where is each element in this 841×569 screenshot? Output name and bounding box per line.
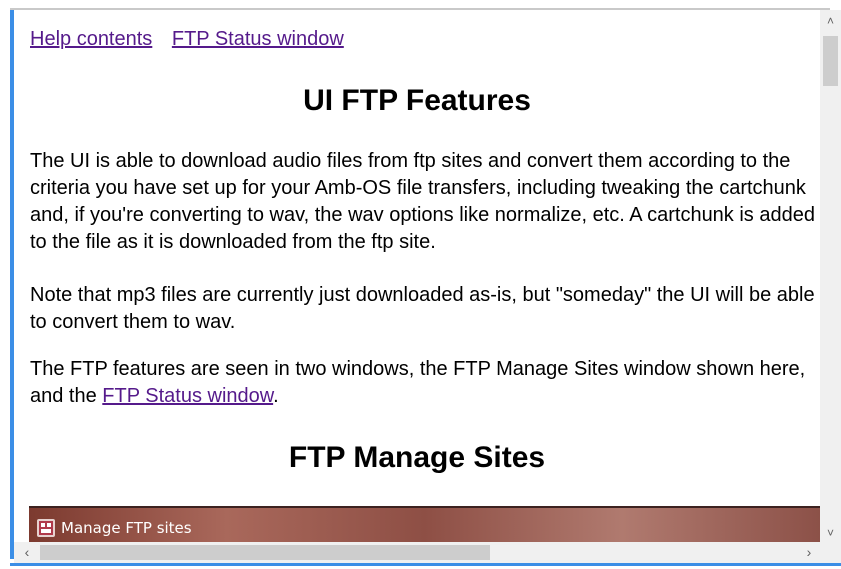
chevron-down-icon[interactable]: ˅ [820, 524, 841, 542]
chevron-up-icon[interactable]: ˄ [820, 12, 841, 30]
section-title: FTP Manage Sites [288, 441, 546, 474]
screenshot-window-title: Manage FTP sites [61, 519, 192, 537]
horizontal-scrollbar[interactable]: ‹ › [14, 542, 820, 563]
scrollbar-corner [820, 542, 841, 563]
windows-paragraph-end: . [273, 385, 279, 407]
chevron-right-icon[interactable]: › [800, 542, 818, 563]
page-title: UI FTP Features [303, 84, 531, 117]
manage-ftp-sites-screenshot: Manage FTP sites [29, 506, 820, 542]
intro-paragraph: The UI is able to download audio files f… [30, 150, 815, 253]
nav-links: Help contents FTP Status window [30, 28, 358, 51]
horizontal-scroll-thumb[interactable] [40, 545, 490, 560]
chevron-left-icon[interactable]: ‹ [18, 542, 36, 563]
ftp-status-window-link[interactable]: FTP Status window [172, 28, 344, 50]
windows-paragraph: The FTP features are seen in two windows… [30, 356, 815, 410]
help-contents-link[interactable]: Help contents [30, 28, 152, 50]
bottom-accent-border [10, 563, 841, 566]
help-content: Help contents FTP Status window UI FTP F… [14, 10, 820, 542]
mp3-note-paragraph: Note that mp3 files are currently just d… [30, 284, 815, 333]
vertical-scrollbar[interactable]: ˄ ˅ [820, 10, 841, 542]
screenshot-title-bar: Manage FTP sites [29, 514, 820, 542]
ftp-status-window-inline-link[interactable]: FTP Status window [102, 385, 273, 407]
vertical-scroll-thumb[interactable] [823, 36, 838, 86]
ftp-sites-icon [37, 519, 55, 537]
help-browser-window: Help contents FTP Status window UI FTP F… [0, 0, 841, 569]
